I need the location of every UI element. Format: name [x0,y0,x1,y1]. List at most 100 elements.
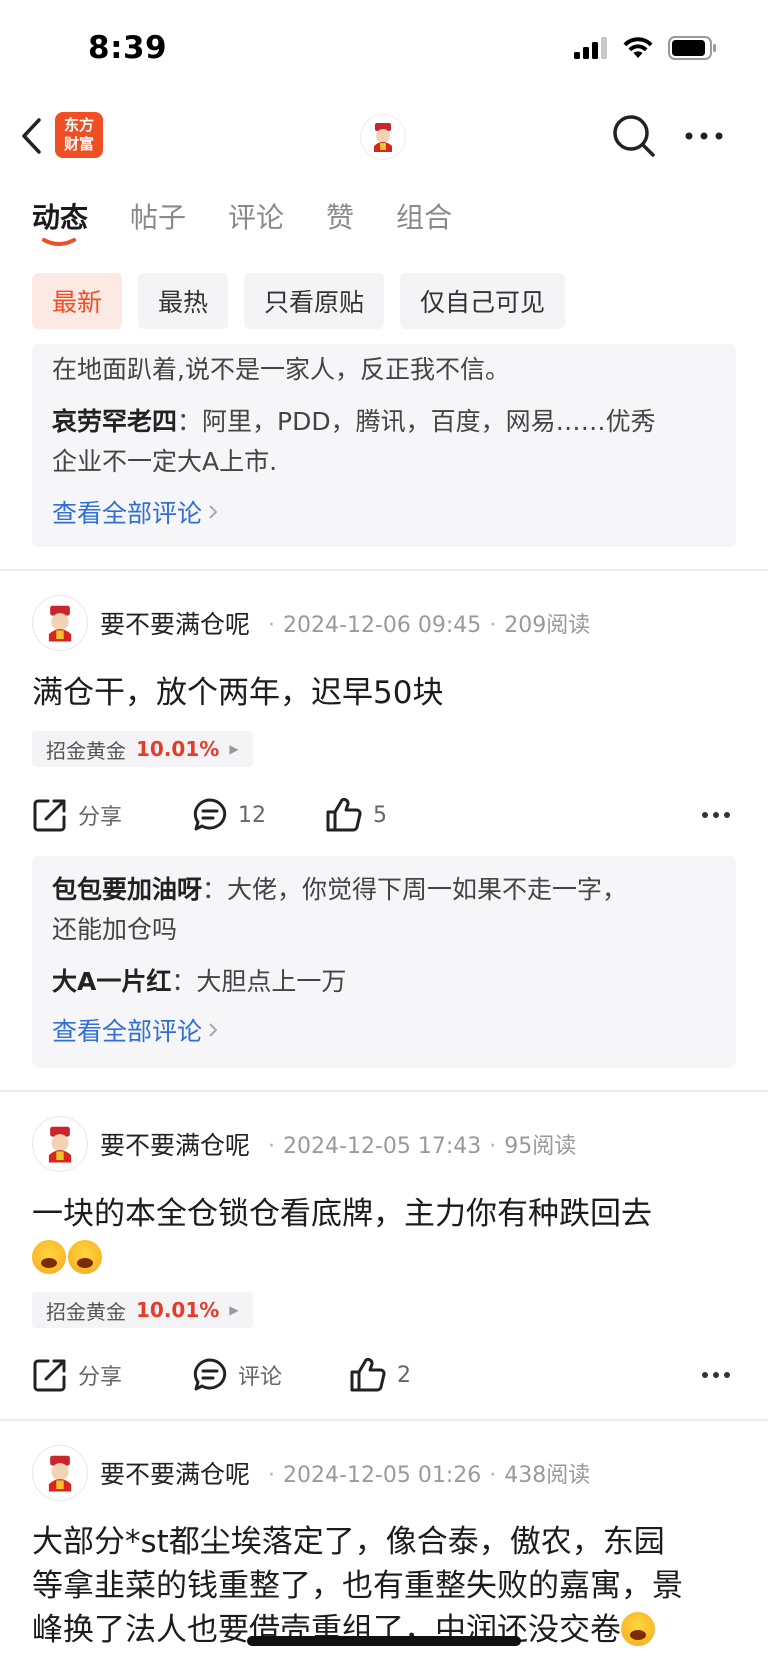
comment-text: 大胆点上一万 [196,967,347,996]
post-reads: 95阅读 [504,1134,577,1159]
filter-original-only[interactable]: 只看原贴 [244,273,385,329]
share-icon [33,1359,66,1392]
tab-portfolio[interactable]: 组合 [396,196,452,246]
search-icon [613,115,655,157]
wifi-icon [623,37,653,58]
tab-likes[interactable]: 赞 [326,196,354,246]
divider [0,569,768,571]
share-label: 分享 [78,805,123,830]
post-text-line: 等拿韭菜的钱重整了，也有重整失败的嘉寓，景 [32,1568,683,1604]
comment-text: 阿里，PDD，腾讯，百度，网易……优秀 [202,407,656,436]
tab-posts[interactable]: 帖子 [130,196,186,246]
filter-hottest[interactable]: 最热 [138,273,229,329]
chevron-right-icon [209,505,218,519]
share-button[interactable]: 分享 [32,797,122,833]
post-body[interactable]: 大部分*st都尘埃落定了，像合泰，傲农，东园 等拿韭菜的钱重整了，也有重整失败的… [32,1520,742,1652]
tab-comments[interactable]: 评论 [228,196,284,246]
profile-tabs: 动态 帖子 评论 赞 组合 [32,196,494,246]
battery-icon [668,36,716,60]
post-header: 要不要满仓呢 · 2024-12-06 09:45 · 209阅读 [32,595,590,651]
stock-name: 招金黄金 [46,1299,126,1324]
chevron-right-icon [209,1023,218,1037]
status-time: 8:39 [88,30,168,66]
tab-label: 动态 [32,201,89,234]
tab-dynamic[interactable]: 动态 [32,196,88,246]
post-reads: 209阅读 [504,613,591,638]
status-icons [574,36,718,60]
more-horizontal-icon [702,812,730,818]
divider [0,1419,768,1421]
view-all-comments-link[interactable]: 查看全部评论 [52,492,716,532]
comment-author[interactable]: 大A一片红 [52,967,171,996]
logo-text: 东方 财富 [63,116,94,153]
more-horizontal-icon [685,132,723,140]
filter-latest[interactable]: 最新 [32,273,123,329]
tab-label: 评论 [228,201,285,234]
crying-face-emoji-icon [68,1240,102,1274]
share-button[interactable]: 分享 [32,1357,122,1393]
post-datetime: 2024-12-05 17:43 [283,1134,482,1159]
status-bar: 8:39 [0,0,768,100]
back-button[interactable] [14,112,50,160]
crying-face-emoji-icon [32,1240,66,1274]
divider [0,1090,768,1092]
tab-label: 组合 [396,201,453,234]
view-all-label: 查看全部评论 [52,499,203,528]
post-meta: · 2024-12-06 09:45 · 209阅读 [268,613,591,638]
stock-tag[interactable]: 招金黄金 10.01% ▶ [32,1292,253,1328]
like-count: 2 [397,1362,411,1388]
post-username[interactable]: 要不要满仓呢 [100,1455,250,1491]
fortune-god-avatar-icon [48,1455,72,1492]
like-button[interactable]: 5 [325,797,387,833]
comment-button[interactable]: 12 [192,797,266,833]
view-all-comments-link[interactable]: 查看全部评论 [52,1010,716,1050]
comment-item: 包包要加油呀：大佬，你觉得下周一如果不走一字， [52,870,716,910]
post-body[interactable]: 一块的本全仓锁仓看底牌，主力你有种跌回去 [32,1192,742,1280]
user-avatar[interactable] [32,1445,88,1501]
stock-change: 10.01% [136,737,220,761]
post-body[interactable]: 满仓干，放个两年，迟早50块 [32,671,742,715]
comment-item: 大A一片红：大胆点上一万 [52,962,716,1002]
fortune-god-avatar-icon [48,605,72,642]
stock-change: 10.01% [136,1298,220,1322]
tab-active-indicator [42,238,76,246]
comment-count: 12 [238,802,266,828]
stock-tag[interactable]: 招金黄金 10.01% ▶ [32,731,253,767]
filter-only-me[interactable]: 仅自己可见 [400,273,566,329]
post-datetime: 2024-12-06 09:45 [283,613,482,638]
comment-text: 大佬，你觉得下周一如果不走一字， [227,875,628,904]
more-options-button[interactable] [680,112,728,160]
post-header: 要不要满仓呢 · 2024-12-05 01:26 · 438阅读 [32,1445,590,1501]
view-all-label: 查看全部评论 [52,1017,203,1046]
navbar: 东方 财富 [0,100,768,180]
user-avatar[interactable] [32,595,88,651]
like-button[interactable]: 2 [349,1357,411,1393]
comment-text-continued: 企业不一定大A上市. [52,447,278,476]
search-button[interactable] [610,112,658,160]
post-username[interactable]: 要不要满仓呢 [100,605,250,641]
colon: ： [177,407,203,436]
comment-preview-box: 在地面趴着,说不是一家人，反正我不信。 哀劳罕老四：阿里，PDD，腾讯，百度，网… [32,344,736,547]
app-logo[interactable]: 东方 财富 [55,112,103,158]
fortune-god-avatar-icon [48,1126,72,1163]
tab-label: 赞 [326,201,355,234]
post-actions: 分享 12 5 [32,790,736,840]
post-more-button[interactable] [696,1360,736,1390]
post-username[interactable]: 要不要满仓呢 [100,1126,250,1162]
comment-button[interactable]: 评论 [192,1357,282,1393]
comment-author[interactable]: 包包要加油呀 [52,875,202,904]
caret-right-icon: ▶ [229,742,239,756]
user-avatar[interactable] [361,115,405,159]
comment-item: 哀劳罕老四：阿里，PDD，腾讯，百度，网易……优秀 [52,402,716,442]
user-avatar[interactable] [32,1116,88,1172]
comment-preview-box: 包包要加油呀：大佬，你觉得下周一如果不走一字， 还能加仓吗 大A一片红：大胆点上… [32,856,736,1068]
share-icon [33,799,66,832]
post-meta: · 2024-12-05 01:26 · 438阅读 [268,1463,591,1488]
cellular-signal-icon [574,37,607,59]
crying-face-emoji-icon [621,1612,655,1646]
thumbs-up-icon [350,1357,386,1392]
comment-author[interactable]: 哀劳罕老四 [52,407,177,436]
home-indicator[interactable] [247,1636,521,1646]
post-reads: 438阅读 [504,1463,591,1488]
post-more-button[interactable] [696,800,736,830]
